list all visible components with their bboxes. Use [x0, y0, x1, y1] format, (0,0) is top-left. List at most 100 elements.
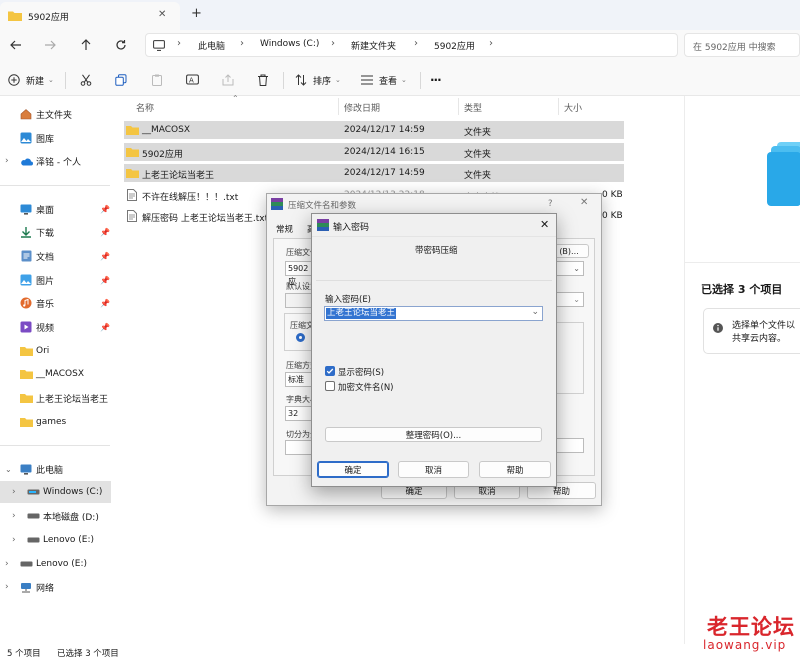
- password-button-edge[interactable]: [554, 438, 584, 453]
- view-icon: [360, 73, 374, 87]
- paste-icon[interactable]: [150, 73, 164, 87]
- more-options-button[interactable]: ···: [430, 73, 442, 87]
- format-rar-radio[interactable]: [296, 333, 305, 342]
- sidebar-item-gallery[interactable]: 图库: [0, 127, 120, 149]
- encrypt-names-checkbox[interactable]: [325, 381, 335, 391]
- sidebar-item-folder[interactable]: 上老王论坛当老王: [0, 387, 120, 409]
- cancel-button[interactable]: 取消: [398, 461, 469, 478]
- password-input[interactable]: 上老王论坛当老王 ⌄: [324, 306, 543, 321]
- chevron-right-icon: ›: [12, 487, 16, 497]
- pin-icon[interactable]: 📌: [100, 323, 110, 332]
- sidebar-item-folder[interactable]: games: [0, 411, 120, 433]
- file-name: 上老王论坛当老王: [142, 171, 215, 181]
- help-icon[interactable]: ?: [548, 199, 553, 209]
- sidebar-item-drive-e2[interactable]: › Lenovo (E:): [0, 553, 120, 575]
- breadcrumb-new-folder[interactable]: 新建文件夹: [351, 39, 396, 52]
- sidebar-item-label: 下载: [36, 228, 55, 239]
- info-line: 共享云内容。: [732, 334, 787, 344]
- file-row[interactable]: __MACOSX 2024/12/17 14:59 文件夹: [124, 121, 624, 139]
- sidebar-item-documents[interactable]: 文档 📌: [0, 245, 120, 267]
- pin-icon[interactable]: 📌: [100, 205, 110, 214]
- sidebar-item-onedrive[interactable]: › 泽铭 - 个人: [0, 150, 120, 172]
- file-name: __MACOSX: [142, 125, 191, 135]
- sidebar-item-label: 桌面: [36, 205, 55, 216]
- sidebar-item-drive-d[interactable]: › 本地磁盘 (D:): [0, 505, 120, 527]
- rename-icon[interactable]: A: [185, 73, 199, 87]
- ok-button[interactable]: 确定: [317, 461, 389, 478]
- view-button[interactable]: 查看 ⌄: [360, 70, 407, 90]
- sidebar-item-label: Lenovo (E:): [36, 559, 88, 569]
- sidebar-item-desktop[interactable]: 桌面 📌: [0, 198, 120, 220]
- copy-icon[interactable]: [114, 73, 128, 87]
- file-type: 文件夹: [464, 128, 492, 138]
- forward-icon[interactable]: [42, 37, 58, 53]
- column-divider[interactable]: [338, 98, 339, 115]
- download-icon: [19, 225, 33, 239]
- column-type[interactable]: 类型: [464, 101, 482, 114]
- tab-close-button[interactable]: ✕: [158, 9, 166, 20]
- new-tab-button[interactable]: +: [191, 6, 202, 21]
- new-button[interactable]: 新建 ⌄: [7, 70, 54, 90]
- file-row[interactable]: 5902应用 2024/12/14 16:15 文件夹: [124, 143, 624, 161]
- sidebar-item-label: 视频: [36, 323, 55, 334]
- file-size: 0 KB: [602, 211, 623, 221]
- selection-title: 已选择 3 个项目: [701, 283, 783, 296]
- music-icon: [19, 296, 33, 310]
- profiles-button[interactable]: [285, 293, 313, 308]
- share-icon[interactable]: [221, 73, 235, 87]
- watermark-title: 老王论坛: [707, 615, 795, 639]
- cut-icon[interactable]: [79, 73, 93, 87]
- sidebar-item-pictures[interactable]: 图片 📌: [0, 269, 120, 291]
- back-icon[interactable]: [8, 37, 24, 53]
- breadcrumb-drive-c[interactable]: Windows (C:): [260, 39, 319, 49]
- up-icon[interactable]: [78, 37, 94, 53]
- sidebar-item-this-pc[interactable]: ⌄ 此电脑: [0, 458, 120, 480]
- update-mode-dropdown[interactable]: ⌄: [554, 292, 584, 307]
- column-divider[interactable]: [558, 98, 559, 115]
- pin-icon[interactable]: 📌: [100, 228, 110, 237]
- search-input[interactable]: 在 5902应用 中搜索: [684, 33, 800, 57]
- format-group: [284, 313, 314, 351]
- sort-button[interactable]: 排序 ⌄: [294, 70, 341, 90]
- sidebar-item-label: Lenovo (E:): [43, 535, 95, 545]
- column-divider[interactable]: [458, 98, 459, 115]
- sidebar-item-folder[interactable]: Ori: [0, 340, 120, 362]
- column-date[interactable]: 修改日期: [344, 101, 380, 114]
- show-password-checkbox[interactable]: [325, 366, 335, 376]
- encrypt-names-label[interactable]: 加密文件名(N): [338, 381, 394, 393]
- close-button[interactable]: ✕: [580, 197, 588, 208]
- breadcrumb-5902[interactable]: 5902应用: [434, 39, 475, 52]
- refresh-icon[interactable]: [113, 37, 129, 53]
- column-name[interactable]: 名称: [136, 101, 154, 114]
- item-count: 5 个项目: [7, 649, 41, 658]
- help-button[interactable]: 帮助: [479, 461, 551, 478]
- pin-icon[interactable]: 📌: [100, 276, 110, 285]
- pin-icon[interactable]: 📌: [100, 299, 110, 308]
- close-button[interactable]: ✕: [540, 218, 549, 231]
- show-password-label[interactable]: 显示密码(S): [338, 366, 384, 378]
- sidebar-item-home[interactable]: 主文件夹: [0, 103, 120, 125]
- tab-5902[interactable]: 5902应用 ✕: [0, 2, 180, 30]
- breadcrumb-this-pc[interactable]: 此电脑: [198, 39, 225, 52]
- sidebar-item-network[interactable]: › 网络: [0, 576, 120, 598]
- chevron-down-icon[interactable]: ⌄: [531, 307, 539, 317]
- pin-icon[interactable]: 📌: [100, 252, 110, 261]
- delete-icon[interactable]: [256, 73, 270, 87]
- pane-divider: [685, 262, 800, 263]
- home-icon: [19, 107, 33, 121]
- sidebar-item-videos[interactable]: 视频 📌: [0, 316, 120, 338]
- sidebar-item-downloads[interactable]: 下载 📌: [0, 221, 120, 243]
- divider: [283, 72, 284, 89]
- plus-circle-icon: [7, 73, 21, 87]
- file-row[interactable]: 上老王论坛当老王 2024/12/17 14:59 文件夹: [124, 164, 624, 182]
- organize-passwords-button[interactable]: 整理密码(O)...: [325, 427, 542, 442]
- sidebar-item-folder[interactable]: __MACOSX: [0, 363, 120, 385]
- sidebar-item-music[interactable]: 音乐 📌: [0, 292, 120, 314]
- tab-general[interactable]: 常规: [276, 223, 293, 235]
- column-size[interactable]: 大小: [564, 101, 582, 114]
- sidebar-item-drive-e[interactable]: › Lenovo (E:): [0, 529, 120, 551]
- sidebar-item-drive-c[interactable]: › Windows (C:): [0, 481, 111, 503]
- divider: [65, 72, 66, 89]
- archive-name-dropdown[interactable]: ⌄: [554, 261, 584, 276]
- options-group: [554, 322, 584, 394]
